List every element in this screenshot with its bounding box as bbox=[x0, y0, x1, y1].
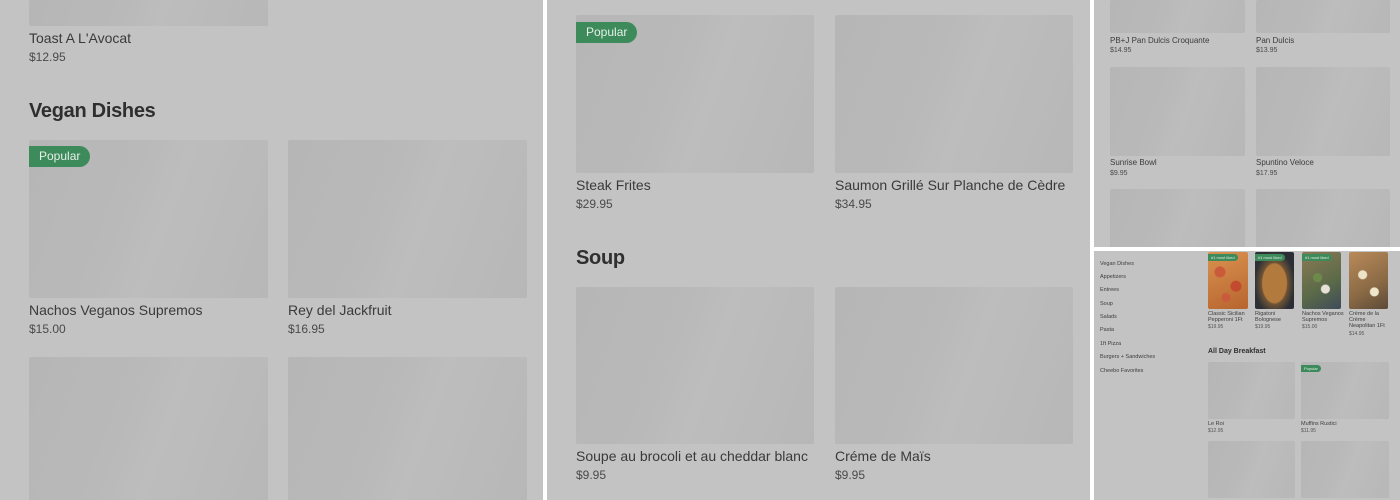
item-image-neapolitan-pizza[interactable] bbox=[1349, 252, 1388, 309]
featured-item-name[interactable]: Rigatoni Bolognese bbox=[1255, 311, 1295, 323]
item-name[interactable]: PB+J Pan Dulcis Croquante bbox=[1110, 36, 1209, 45]
featured-item-price: $19.95 bbox=[1255, 324, 1271, 330]
item-name[interactable]: Toast A L'Avocat bbox=[29, 30, 131, 46]
item-image-spuntino[interactable] bbox=[1256, 67, 1390, 156]
most-liked-badge: #1 most liked bbox=[1255, 254, 1285, 261]
item-name[interactable]: Steak Frites bbox=[576, 177, 651, 193]
item-price: $9.95 bbox=[835, 468, 866, 482]
nav-item-salads[interactable]: Salads bbox=[1100, 314, 1117, 320]
featured-item-name[interactable]: Crème de la Crème Neapolitan 1Ft bbox=[1349, 311, 1389, 329]
menu-panel-overview: Vegan Dishes Appetizers Entrees Soup Sal… bbox=[1094, 251, 1400, 500]
section-title: All Day Breakfast bbox=[1208, 348, 1266, 355]
item-name[interactable]: Le Roi bbox=[1208, 421, 1224, 427]
item-image-jackfruit[interactable] bbox=[288, 140, 527, 298]
nav-item-cheebo-favorites[interactable]: Cheebo Favorites bbox=[1100, 368, 1143, 374]
item-price: $14.95 bbox=[1110, 47, 1132, 54]
item-name[interactable]: Soupe au brocoli et au cheddar blanc bbox=[576, 448, 808, 464]
featured-item-price: $15.00 bbox=[1302, 324, 1318, 330]
item-image-placeholder[interactable] bbox=[1301, 441, 1389, 498]
item-image-le-roi[interactable] bbox=[1208, 362, 1295, 419]
featured-item-name[interactable]: Classic Sicilian Pepperoni 1Ft bbox=[1208, 311, 1250, 323]
nav-item-pasta[interactable]: Pasta bbox=[1100, 327, 1114, 333]
item-price: $13.95 bbox=[1256, 47, 1278, 54]
featured-item-price: $19.95 bbox=[1208, 324, 1224, 330]
nav-item-entrees[interactable]: Entrees bbox=[1100, 287, 1119, 293]
item-name[interactable]: Rey del Jackfruit bbox=[288, 302, 391, 318]
popular-badge: Popular bbox=[1301, 365, 1321, 372]
item-image-placeholder[interactable] bbox=[288, 357, 527, 500]
item-price: $16.95 bbox=[288, 322, 325, 336]
item-image-corn-soup[interactable] bbox=[835, 287, 1073, 444]
item-price: $34.95 bbox=[835, 197, 872, 211]
item-price: $9.95 bbox=[576, 468, 607, 482]
item-image-placeholder[interactable] bbox=[1208, 441, 1295, 498]
item-name[interactable]: Nachos Veganos Supremos bbox=[29, 302, 203, 318]
item-price: $9.95 bbox=[1110, 170, 1128, 177]
section-title: Vegan Dishes bbox=[29, 100, 156, 122]
item-name[interactable]: Saumon Grillé Sur Planche de Cèdre bbox=[835, 177, 1065, 193]
popular-badge: Popular bbox=[576, 22, 638, 43]
nav-item-soup[interactable]: Soup bbox=[1100, 301, 1113, 307]
featured-item-name[interactable]: Nachos Veganos Supremos bbox=[1302, 311, 1344, 323]
item-name[interactable]: Pan Dulcis bbox=[1256, 36, 1294, 45]
menu-panel-breakfast: PB+J Pan Dulcis Croquante $14.95 Pan Dul… bbox=[1094, 0, 1400, 247]
item-image-salmon[interactable] bbox=[835, 15, 1073, 173]
item-image-pan-dulcis[interactable] bbox=[1256, 0, 1390, 33]
item-price: $17.95 bbox=[1256, 170, 1278, 177]
item-image-pbj[interactable] bbox=[1110, 0, 1245, 33]
most-liked-badge: #1 most liked bbox=[1302, 254, 1332, 261]
menu-panel-vegan: Toast A L'Avocat $12.95 Vegan Dishes Pop… bbox=[0, 0, 543, 500]
item-price: $15.00 bbox=[29, 322, 66, 336]
item-image-placeholder[interactable] bbox=[1110, 189, 1245, 247]
item-name[interactable]: Sunrise Bowl bbox=[1110, 158, 1157, 167]
nav-item-vegan-dishes[interactable]: Vegan Dishes bbox=[1100, 261, 1134, 267]
most-liked-badge: #1 most liked bbox=[1208, 254, 1238, 261]
item-image-sunrise-bowl[interactable] bbox=[1110, 67, 1245, 156]
featured-item-price: $14.95 bbox=[1349, 331, 1365, 337]
item-name[interactable]: Spuntino Veloce bbox=[1256, 158, 1314, 167]
item-name[interactable]: Muffins Rustici bbox=[1301, 421, 1337, 427]
popular-badge: Popular bbox=[29, 146, 91, 167]
item-image-avocado-toast[interactable] bbox=[29, 0, 268, 26]
item-price: $11.95 bbox=[1301, 428, 1316, 434]
menu-panel-entrees-soup: Popular Steak Frites $29.95 Saumon Grill… bbox=[547, 0, 1090, 500]
section-title: Soup bbox=[576, 247, 625, 269]
item-price: $29.95 bbox=[576, 197, 613, 211]
item-image-placeholder[interactable] bbox=[1256, 189, 1390, 247]
nav-item-burgers-sandwiches[interactable]: Burgers + Sandwiches bbox=[1100, 354, 1155, 360]
item-price: $12.95 bbox=[1208, 428, 1224, 434]
nav-item-pizza[interactable]: 1ft Pizza bbox=[1100, 341, 1121, 347]
nav-item-appetizers[interactable]: Appetizers bbox=[1100, 274, 1126, 280]
item-image-placeholder[interactable] bbox=[29, 357, 268, 500]
item-image-broccoli-soup[interactable] bbox=[576, 287, 814, 444]
item-price: $12.95 bbox=[29, 50, 66, 64]
item-name[interactable]: Créme de Maïs bbox=[835, 448, 931, 464]
